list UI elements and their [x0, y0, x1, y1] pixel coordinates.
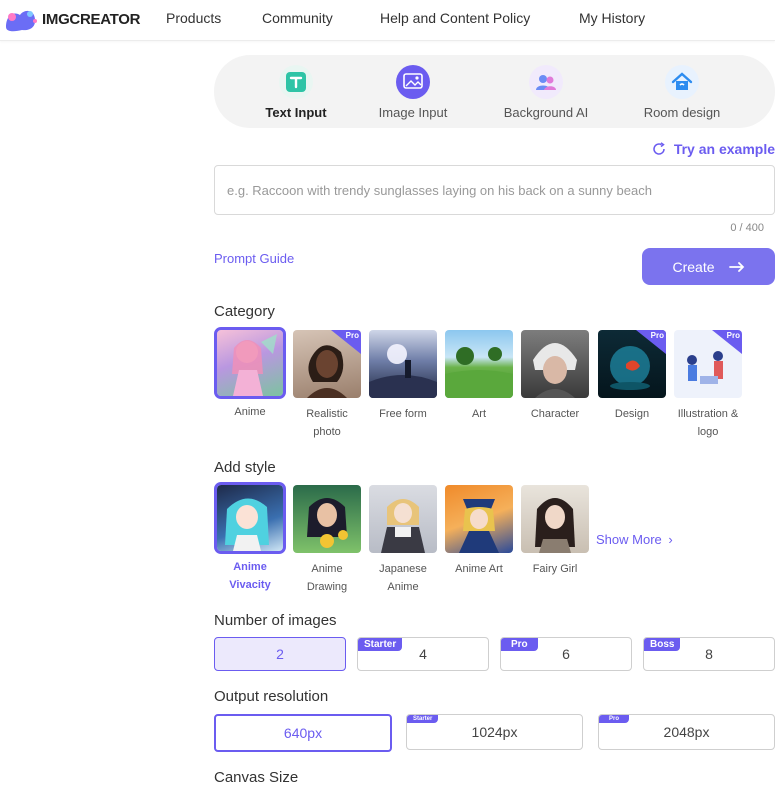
prompt-box: [214, 165, 775, 215]
boss-badge: Boss: [644, 638, 681, 651]
option-value: 6: [562, 646, 570, 662]
pro-badge-text: Pro: [650, 331, 664, 340]
logo-icon: [6, 10, 37, 32]
image-icon: [396, 65, 430, 99]
style-thumbnail: [369, 485, 437, 553]
pro-badge-text: Pro: [345, 331, 359, 340]
style-item-fairy-girl[interactable]: Fairy Girl: [519, 485, 591, 578]
num-images-option-8[interactable]: Boss 8: [643, 637, 775, 671]
category-item-character[interactable]: Character: [519, 330, 591, 423]
category-label: Anime: [234, 406, 266, 418]
style-item-anime-drawing[interactable]: Anime Drawing: [291, 485, 363, 596]
tab-text-input[interactable]: Text Input: [254, 55, 338, 128]
category-thumbnail: [369, 330, 437, 398]
tab-label: Image Input: [378, 105, 448, 120]
num-images-option-4[interactable]: Starter 4: [357, 637, 489, 671]
style-thumbnail: [521, 485, 589, 553]
refresh-icon: [653, 142, 665, 155]
add-style-title: Add style: [214, 459, 276, 476]
option-value: 640px: [283, 725, 323, 741]
arrow-right-icon: [728, 261, 744, 272]
tab-background-ai[interactable]: Background AI: [498, 55, 594, 128]
category-title: Category: [214, 303, 275, 320]
category-label: Design: [614, 408, 650, 420]
tab-label: Background AI: [503, 105, 589, 120]
create-button[interactable]: Create: [642, 248, 775, 285]
option-value: 2048px: [663, 724, 710, 740]
category-label: Character: [530, 408, 580, 420]
style-thumbnail: [445, 485, 513, 553]
style-item-japanese-anime[interactable]: Japanese Anime: [367, 485, 439, 596]
pro-badge-text: Pro: [726, 331, 740, 340]
character-counter: 0 / 400: [730, 222, 764, 234]
category-item-illustration-logo[interactable]: Pro Illustration & logo: [672, 330, 744, 441]
starter-badge: Starter: [407, 715, 439, 723]
starter-badge: Starter: [358, 638, 403, 651]
tab-image-input[interactable]: Image Input: [371, 55, 455, 128]
category-thumbnail: Pro: [293, 330, 361, 398]
category-label: Realistic photo: [306, 408, 348, 438]
style-label: Fairy Girl: [532, 563, 578, 575]
mode-tabs: Text Input Image Input Background AI Roo…: [214, 55, 775, 128]
create-button-label: Create: [672, 258, 715, 275]
style-label: Anime Drawing: [306, 563, 348, 593]
style-item-anime-art[interactable]: Anime Art: [443, 485, 515, 578]
show-more-link[interactable]: Show More ›: [596, 532, 673, 547]
option-value: 8: [705, 646, 713, 662]
logo[interactable]: IMGCREATOR: [4, 5, 140, 33]
output-resolution-title: Output resolution: [214, 688, 329, 705]
try-example-label: Try an example: [673, 141, 775, 157]
prompt-input[interactable]: [225, 166, 759, 214]
style-thumbnail: [293, 485, 361, 553]
category-item-design[interactable]: Pro Design: [596, 330, 668, 423]
category-item-art[interactable]: Art: [443, 330, 515, 423]
style-label: Japanese Anime: [379, 563, 427, 593]
people-icon: [529, 65, 563, 99]
category-label: Free form: [379, 408, 427, 420]
option-value: 2: [276, 646, 284, 662]
num-images-option-2[interactable]: 2: [214, 637, 346, 671]
nav-my-history[interactable]: My History: [579, 10, 645, 26]
category-thumbnail: Pro: [674, 330, 742, 398]
house-icon: [665, 65, 699, 99]
category-item-free-form[interactable]: Free form: [367, 330, 439, 423]
logo-text: IMGCREATOR: [42, 10, 141, 28]
try-example-link[interactable]: Try an example: [652, 141, 775, 157]
category-label: Art: [471, 408, 487, 420]
prompt-guide-link[interactable]: Prompt Guide: [214, 251, 294, 266]
pro-badge: Pro: [599, 715, 630, 723]
category-item-realistic-photo[interactable]: Pro Realistic photo: [291, 330, 363, 441]
nav-products[interactable]: Products: [166, 10, 221, 26]
top-navigation-bar: IMGCREATOR Products Community Help and C…: [0, 0, 775, 41]
style-item-anime-vivacity[interactable]: Anime Vivacity: [214, 482, 286, 594]
show-more-label: Show More: [596, 532, 662, 547]
tab-label: Text Input: [265, 105, 327, 120]
pro-badge: Pro: [501, 638, 538, 651]
category-thumbnail: [214, 327, 286, 399]
resolution-option-2048px[interactable]: Pro 2048px: [598, 714, 775, 750]
option-value: 1024px: [471, 724, 518, 740]
category-label: Illustration & logo: [677, 408, 739, 438]
canvas-size-title: Canvas Size: [214, 769, 299, 786]
resolution-option-1024px[interactable]: Starter 1024px: [406, 714, 583, 750]
category-item-anime[interactable]: Anime: [214, 327, 286, 421]
nav-community[interactable]: Community: [262, 10, 333, 26]
category-thumbnail: Pro: [598, 330, 666, 398]
style-label: Anime Art: [455, 563, 503, 575]
resolution-option-640px[interactable]: 640px: [214, 714, 392, 752]
tab-room-design[interactable]: Room design: [638, 55, 726, 128]
nav-help-content-policy[interactable]: Help and Content Policy: [380, 10, 530, 26]
num-images-option-6[interactable]: Pro 6: [500, 637, 632, 671]
option-value: 4: [419, 646, 427, 662]
tab-label: Room design: [643, 105, 721, 120]
category-thumbnail: [445, 330, 513, 398]
category-thumbnail: [521, 330, 589, 398]
number-of-images-title: Number of images: [214, 612, 337, 629]
style-label: Anime Vivacity: [229, 561, 271, 591]
chevron-right-icon: ›: [668, 532, 673, 547]
style-thumbnail: [214, 482, 286, 554]
text-t-icon: [279, 65, 313, 99]
